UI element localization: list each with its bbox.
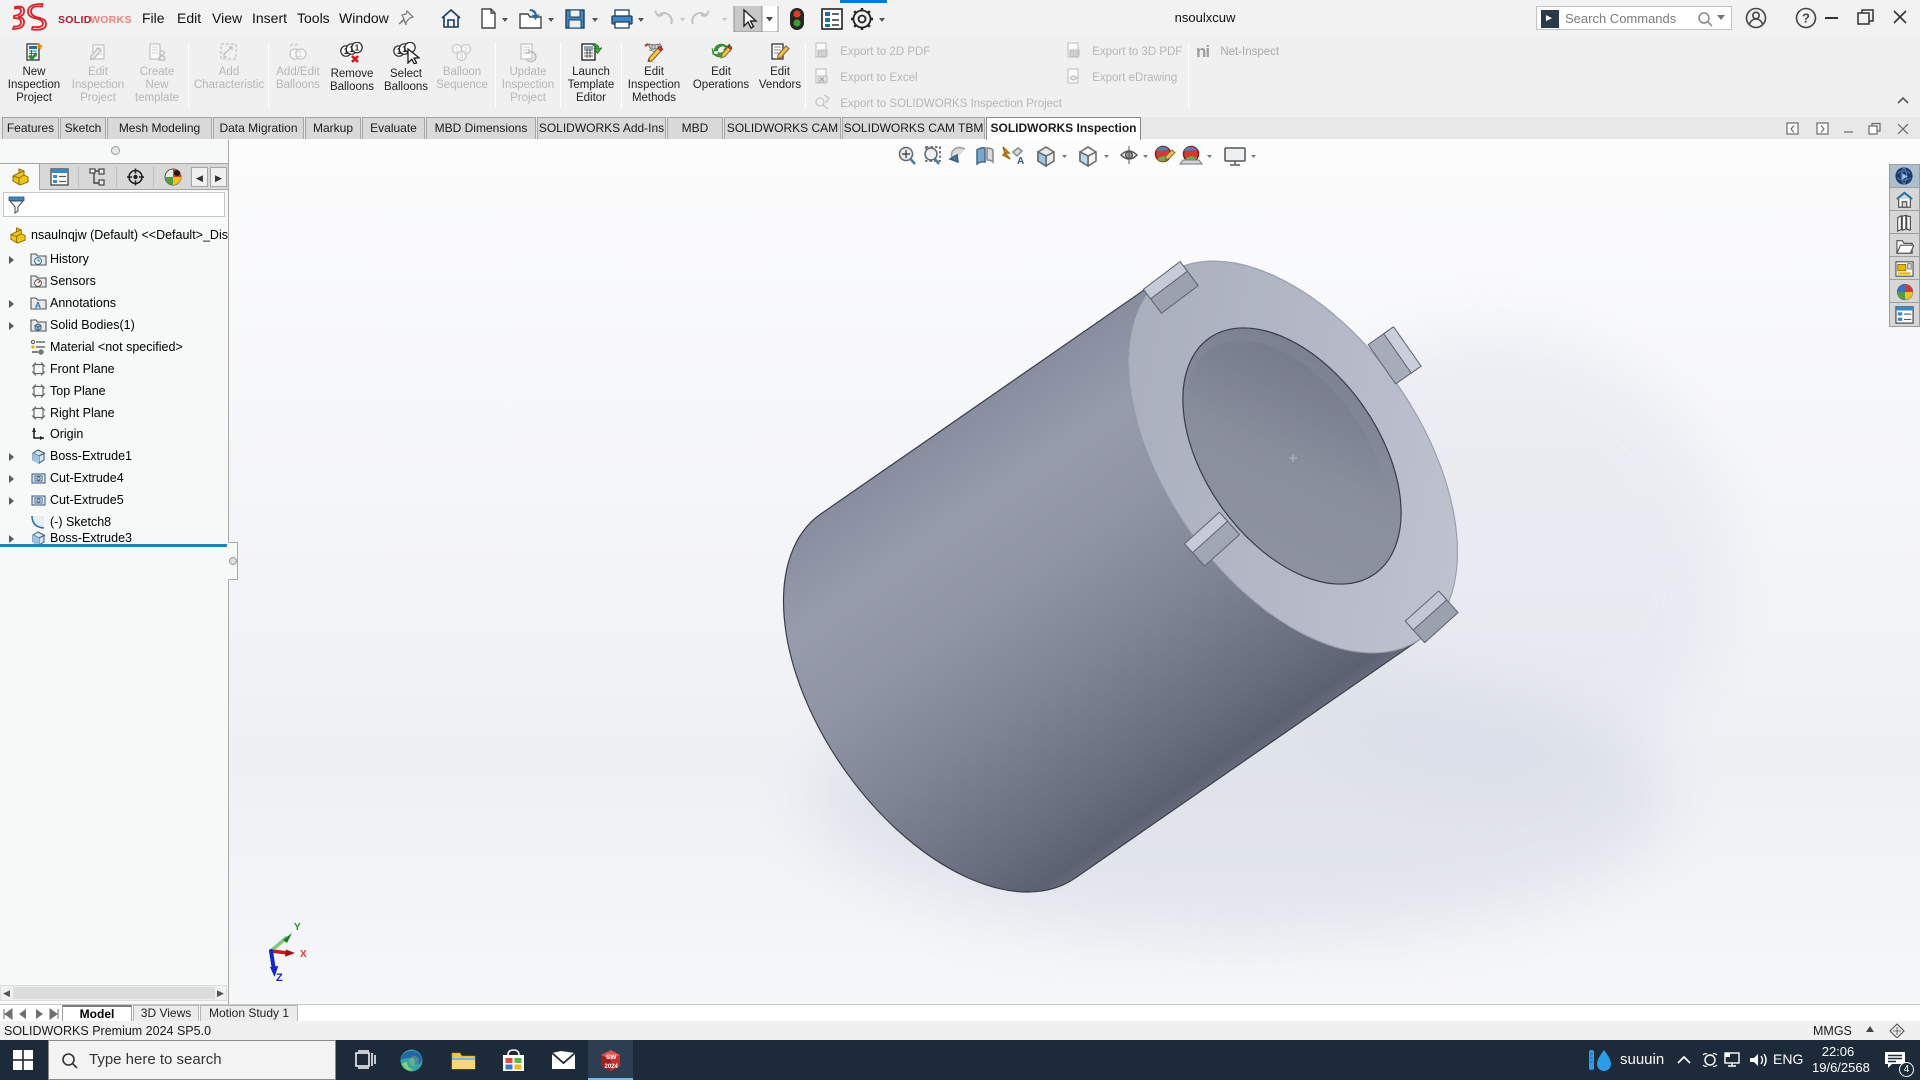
svg-text:1: 1 — [402, 45, 407, 54]
svg-text:2: 2 — [464, 47, 468, 54]
svg-text:PDF: PDF — [1070, 51, 1080, 57]
svg-text:SW: SW — [606, 1054, 617, 1061]
svg-text:1: 1 — [397, 47, 402, 56]
svg-text:X: X — [300, 949, 307, 960]
svg-text:WORKS: WORKS — [90, 14, 132, 26]
svg-text:3: 3 — [460, 54, 464, 61]
svg-text:1: 1 — [349, 45, 354, 54]
svg-text:11: 11 — [294, 50, 303, 59]
svg-text:SOLID: SOLID — [58, 14, 92, 26]
svg-text:1: 1 — [355, 44, 360, 53]
svg-text:Y: Y — [294, 922, 301, 933]
svg-text:2024: 2024 — [605, 1064, 619, 1070]
svg-text:PDF: PDF — [818, 51, 828, 57]
svg-text:1: 1 — [455, 47, 459, 54]
svg-text:?: ? — [1802, 11, 1810, 26]
svg-text:A: A — [35, 300, 41, 310]
svg-text:1: 1 — [344, 47, 349, 56]
svg-text:Z: Z — [276, 972, 283, 984]
svg-text:A: A — [1017, 156, 1024, 167]
